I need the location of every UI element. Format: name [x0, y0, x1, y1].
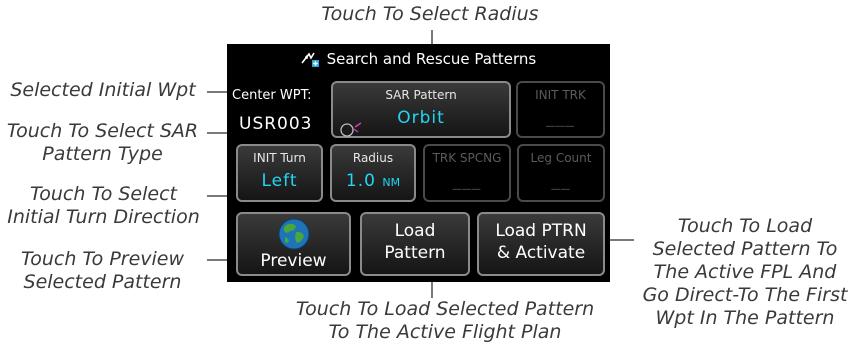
- radius-button[interactable]: Radius 1.0 NM: [330, 144, 416, 202]
- radius-value: 1.0: [345, 171, 376, 191]
- callout-preview-line2: Selected Pattern: [23, 271, 182, 293]
- callout-load-pattern: Touch To Load Selected Pattern To The Ac…: [280, 298, 610, 344]
- callout-preview: Touch To Preview Selected Pattern: [0, 248, 205, 294]
- callout-load-activate-line2: Selected Pattern To: [652, 238, 838, 260]
- preview-label: Preview: [260, 251, 327, 271]
- trk-spcng-value: ___: [452, 171, 482, 191]
- title-bar: Search and Rescue Patterns: [227, 46, 610, 72]
- preview-button[interactable]: Preview: [236, 212, 351, 276]
- trk-spcng-label: TRK SPCNG: [432, 151, 502, 165]
- trk-spcng-button[interactable]: TRK SPCNG ___: [423, 144, 511, 202]
- callout-load-activate: Touch To Load Selected Pattern To The Ac…: [632, 215, 858, 330]
- globe-icon: [277, 217, 311, 251]
- center-wpt-label: Center WPT:: [232, 88, 312, 103]
- load-activate-button[interactable]: Load PTRN & Activate: [477, 212, 605, 276]
- leader-load-activate: [608, 239, 634, 241]
- callout-load-activate-line5: Wpt In The Pattern: [655, 307, 835, 329]
- init-turn-value: Left: [261, 171, 298, 191]
- leader-load-pattern: [431, 280, 433, 298]
- leg-count-label: Leg Count: [530, 151, 592, 165]
- callout-load-activate-line1: Touch To Load: [677, 215, 813, 237]
- load-pattern-line2: Pattern: [384, 243, 446, 263]
- init-trk-label: INIT TRK: [535, 88, 586, 102]
- init-turn-label: INIT Turn: [253, 151, 306, 165]
- sar-pattern-icon: [301, 49, 319, 67]
- callout-initial-wpt: Selected Initial Wpt: [10, 79, 196, 101]
- leg-count-value: __: [551, 171, 571, 191]
- callout-preview-line1: Touch To Preview: [20, 248, 185, 270]
- load-activate-line2: & Activate: [496, 243, 586, 263]
- init-trk-button[interactable]: INIT TRK ___: [516, 81, 605, 138]
- leg-count-button[interactable]: Leg Count __: [517, 144, 605, 202]
- callout-turn-line1: Touch To Select: [30, 183, 177, 205]
- callout-load-pattern-line2: To The Active Flight Plan: [328, 321, 562, 343]
- radius-label: Radius: [352, 151, 394, 165]
- callout-turn-direction: Touch To Select Initial Turn Direction: [0, 183, 207, 229]
- center-wpt-value: USR003: [239, 114, 313, 134]
- load-activate-line1: Load PTRN: [495, 221, 587, 241]
- radius-value-wrap: 1.0 NM: [332, 171, 414, 193]
- callout-load-activate-line4: Go Direct-To The First: [642, 284, 848, 306]
- load-pattern-button[interactable]: Load Pattern: [360, 212, 470, 276]
- sar-pattern-label: SAR Pattern: [385, 88, 457, 102]
- screen-title: Search and Rescue Patterns: [326, 50, 537, 68]
- init-trk-value: ___: [546, 108, 575, 128]
- callout-turn-line2: Initial Turn Direction: [7, 206, 200, 228]
- orbit-pattern-icon: [334, 120, 364, 138]
- sar-screen: Search and Rescue Patterns Center WPT: U…: [227, 44, 610, 282]
- init-turn-button[interactable]: INIT Turn Left: [236, 144, 323, 202]
- callout-sar-type-line1: Touch To Select SAR: [6, 120, 199, 142]
- callout-radius: Touch To Select Radius: [321, 3, 539, 25]
- radius-unit: NM: [382, 176, 401, 189]
- callout-sar-type-line2: Pattern Type: [42, 143, 163, 165]
- callout-load-pattern-line1: Touch To Load Selected Pattern: [295, 298, 595, 320]
- callout-load-activate-line3: The Active FPL And: [653, 261, 837, 283]
- load-pattern-line1: Load: [394, 221, 436, 241]
- callout-sar-type: Touch To Select SAR Pattern Type: [0, 120, 205, 166]
